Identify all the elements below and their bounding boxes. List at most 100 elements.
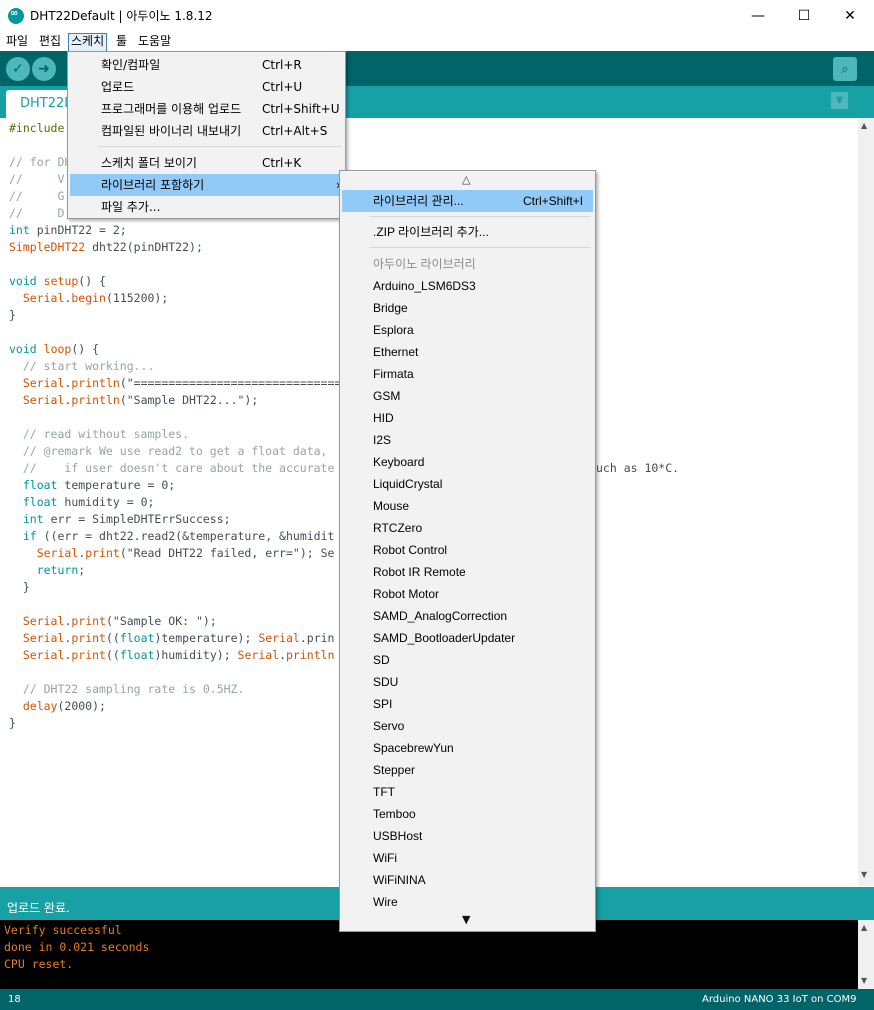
code-line: // V — [9, 172, 65, 186]
code-line: } — [9, 716, 16, 730]
code-line: // for DH — [9, 155, 72, 169]
code-line: return; — [36, 563, 86, 577]
maximize-button[interactable]: ☐ — [781, 0, 827, 31]
scroll-up-icon[interactable]: ▲ — [861, 121, 867, 130]
code-line: Serial.print("Sample OK: "); — [22, 614, 217, 628]
code-line: Serial.print((float)temperature); Serial… — [22, 631, 335, 645]
code-line: delay(2000); — [22, 699, 106, 713]
arduino-logo-icon: ∞ — [8, 8, 24, 24]
menu-item-manage-libraries[interactable]: 라이브러리 관리... Ctrl+Shift+I — [342, 190, 593, 212]
code-line: float humidity = 0; — [22, 495, 155, 509]
library-item[interactable]: SAMD_BootloaderUpdater — [340, 627, 595, 649]
code-line: int err = SimpleDHTErrSuccess; — [22, 512, 231, 526]
code-line: // @remark We use read2 to get a float d… — [9, 444, 328, 458]
code-line: SimpleDHT22 dht22(pinDHT22); — [9, 240, 203, 254]
library-item[interactable]: Esplora — [340, 319, 595, 341]
library-item[interactable]: Robot Control — [340, 539, 595, 561]
library-item[interactable]: SpacebrewYun — [340, 737, 595, 759]
menu-separator — [98, 146, 341, 147]
console-scroll-down-icon[interactable]: ▼ — [861, 976, 867, 985]
code-line-overflow: uch as 10*C. — [596, 461, 680, 475]
library-item[interactable]: HID — [340, 407, 595, 429]
library-item[interactable]: SD — [340, 649, 595, 671]
upload-button[interactable]: ➜ — [32, 57, 56, 81]
library-item[interactable]: SPI — [340, 693, 595, 715]
menu-separator — [370, 216, 590, 217]
code-line: // DHT22 sampling rate is 0.5HZ. — [9, 682, 245, 696]
menu-edit[interactable]: 편집 — [37, 33, 63, 50]
sketch-menu: 확인/컴파일 Ctrl+R 업로드 Ctrl+U 프로그래머를 이용해 업로드 Ctr… — [67, 51, 346, 219]
check-icon: ✓ — [12, 61, 24, 77]
library-item[interactable]: I2S — [340, 429, 595, 451]
library-item[interactable]: Servo — [340, 715, 595, 737]
serial-monitor-button[interactable]: ⌕ — [833, 57, 857, 81]
menu-item-verify[interactable]: 확인/컴파일 Ctrl+R — [68, 54, 345, 76]
library-item[interactable]: Wire — [340, 891, 595, 913]
menu-item-add-zip-library[interactable]: .ZIP 라이브러리 추가... — [340, 221, 595, 243]
menu-sketch[interactable]: 스케치 — [68, 33, 108, 52]
library-item[interactable]: WiFiNINA — [340, 869, 595, 891]
library-item[interactable]: Keyboard — [340, 451, 595, 473]
code-line: float temperature = 0; — [22, 478, 176, 492]
library-item[interactable]: SAMD_AnalogCorrection — [340, 605, 595, 627]
library-item[interactable]: Robot Motor — [340, 583, 595, 605]
console-scroll-up-icon[interactable]: ▲ — [861, 923, 867, 932]
library-item[interactable]: TFT — [340, 781, 595, 803]
code-line: // D — [9, 206, 65, 220]
library-item[interactable]: Arduino_LSM6DS3 — [340, 275, 595, 297]
line-number: 18 — [8, 994, 21, 1005]
library-item[interactable]: Temboo — [340, 803, 595, 825]
triangle-down-icon: ▼ — [835, 95, 844, 106]
code-line: Serial.println("Sample DHT22..."); — [22, 393, 259, 407]
library-item[interactable]: RTCZero — [340, 517, 595, 539]
section-header-arduino-libraries: 아두이노 라이브러리 — [373, 257, 476, 271]
footer-bar: 18 Arduino NANO 33 IoT on COM9 — [0, 989, 874, 1010]
status-message: 업로드 완료. — [7, 901, 70, 915]
library-item[interactable]: Mouse — [340, 495, 595, 517]
menu-item-add-file[interactable]: 파일 추가... — [68, 196, 345, 218]
code-line: void setup() { — [9, 274, 106, 288]
editor-scrollbar[interactable] — [858, 118, 874, 886]
console-line: Verify successful — [4, 923, 122, 937]
code-line: int pinDHT22 = 2; — [9, 223, 127, 237]
code-line: Serial.print((float)humidity); Serial.pr… — [22, 648, 335, 662]
arrow-right-icon: ➜ — [38, 61, 50, 77]
scroll-down-icon[interactable]: ▼ — [861, 870, 867, 879]
magnifier-icon: ⌕ — [841, 61, 849, 77]
board-info: Arduino NANO 33 IoT on COM9 — [702, 994, 857, 1005]
library-item[interactable]: LiquidCrystal — [340, 473, 595, 495]
library-item[interactable]: Bridge — [340, 297, 595, 319]
scroll-down-arrow-icon[interactable]: ▼ — [462, 913, 470, 926]
verify-button[interactable]: ✓ — [6, 57, 30, 81]
menu-help[interactable]: 도움말 — [136, 33, 173, 50]
console-line: done in 0.021 seconds — [4, 940, 150, 954]
tab-menu-button[interactable]: ▼ — [831, 92, 848, 109]
minimize-button[interactable]: — — [735, 0, 781, 31]
library-item[interactable]: WiFi — [340, 847, 595, 869]
code-line: // start working... — [9, 359, 155, 373]
library-item[interactable]: Ethernet — [340, 341, 595, 363]
library-item[interactable]: Robot IR Remote — [340, 561, 595, 583]
menu-tools[interactable]: 툴 — [114, 33, 129, 50]
library-item[interactable]: USBHost — [340, 825, 595, 847]
menu-item-export-binary[interactable]: 컴파일된 바이너리 내보내기 Ctrl+Alt+S — [68, 120, 345, 142]
code-line: } — [9, 308, 16, 322]
library-item[interactable]: GSM — [340, 385, 595, 407]
code-line: // read without samples. — [9, 427, 190, 441]
menu-item-show-folder[interactable]: 스케치 폴더 보이기 Ctrl+K — [68, 152, 345, 174]
menu-separator — [370, 247, 590, 248]
library-submenu: △ 라이브러리 관리... Ctrl+Shift+I .ZIP 라이브러리 추가.… — [339, 170, 596, 932]
close-button[interactable]: ✕ — [827, 0, 873, 31]
code-line: // if user doesn't care about the accura… — [9, 461, 335, 475]
menu-item-include-library[interactable]: 라이브러리 포함하기› — [70, 174, 343, 196]
library-item[interactable]: SDU — [340, 671, 595, 693]
menu-item-upload[interactable]: 업로드 Ctrl+U — [68, 76, 345, 98]
code-line: #include — [9, 121, 65, 135]
menu-item-upload-programmer[interactable]: 프로그래머를 이용해 업로드 Ctrl+Shift+U — [68, 98, 345, 120]
code-line: Serial.begin(115200); — [22, 291, 169, 305]
library-item[interactable]: Firmata — [340, 363, 595, 385]
scroll-up-arrow-icon[interactable]: △ — [462, 173, 470, 186]
code-line: Serial.print("Read DHT22 failed, err=");… — [36, 546, 335, 560]
library-item[interactable]: Stepper — [340, 759, 595, 781]
menu-file[interactable]: 파일 — [4, 33, 30, 50]
